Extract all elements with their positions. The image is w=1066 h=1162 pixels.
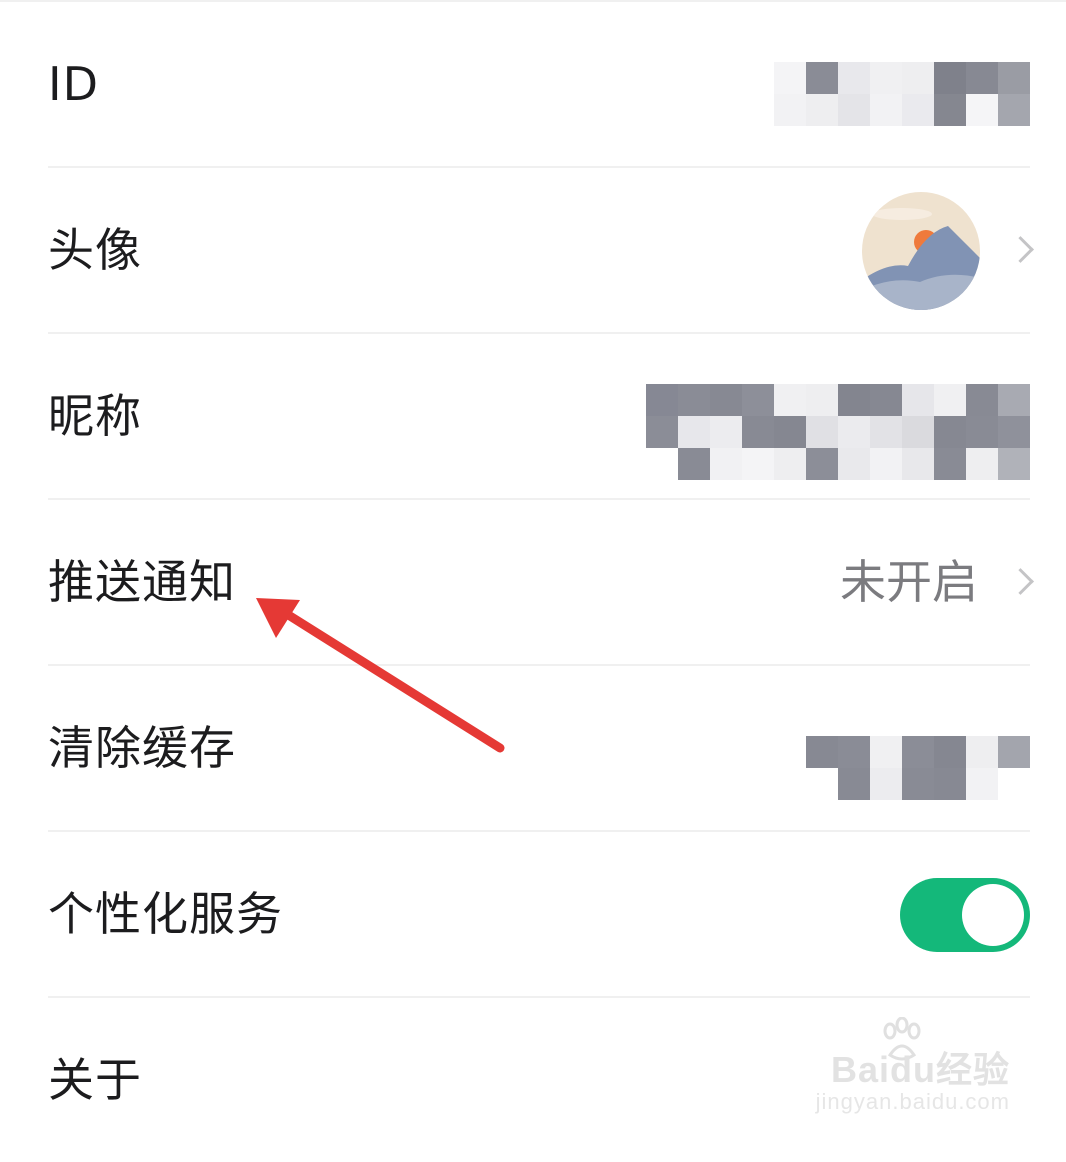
watermark-url: jingyan.baidu.com — [815, 1089, 1010, 1114]
personalized-services-toggle[interactable] — [900, 878, 1030, 952]
settings-row-nickname[interactable]: 昵称 — [48, 334, 1030, 500]
nickname-value-redacted — [646, 384, 1030, 480]
settings-row-id[interactable]: ID — [48, 2, 1030, 168]
baidu-watermark: Baidu经验 jingyan.baidu.com — [810, 1017, 1010, 1127]
settings-row-clear-cache[interactable]: 清除缓存 — [48, 666, 1030, 832]
id-value-redacted — [774, 62, 1030, 126]
push-notifications-label: 推送通知 — [48, 555, 236, 609]
about-label: 关于 — [48, 1053, 142, 1107]
mountain-sun-avatar-icon — [862, 192, 980, 310]
clear-cache-label: 清除缓存 — [48, 721, 236, 775]
settings-list: ID 头像 昵称 推送通知 未开启 清除缓存 个性化服务 关于 — [0, 2, 1066, 1162]
settings-row-personalized-services[interactable]: 个性化服务 — [48, 832, 1030, 998]
settings-row-avatar[interactable]: 头像 — [48, 168, 1034, 334]
id-label: ID — [48, 57, 99, 111]
avatar-label: 头像 — [48, 223, 142, 277]
toggle-knob — [962, 884, 1024, 946]
settings-row-push-notifications[interactable]: 推送通知 未开启 — [48, 500, 1034, 666]
cache-size-redacted — [806, 736, 1030, 800]
personalized-services-label: 个性化服务 — [48, 887, 283, 941]
chevron-right-icon — [1007, 236, 1034, 263]
watermark-brand: Baidu经验 — [830, 1049, 1010, 1090]
avatar[interactable] — [862, 192, 980, 310]
chevron-right-icon — [1007, 568, 1034, 595]
push-notifications-status: 未开启 — [840, 555, 978, 609]
nickname-label: 昵称 — [48, 389, 142, 443]
